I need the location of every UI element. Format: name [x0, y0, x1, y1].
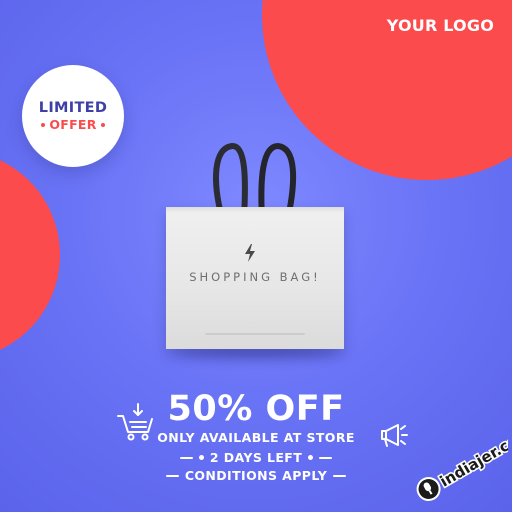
watermark-text: indiajer.com: [437, 424, 508, 491]
days-left-text: 2 DAYS LEFT: [209, 450, 303, 465]
badge-subtitle: OFFER: [49, 117, 97, 132]
red-circle-left: [0, 150, 60, 360]
brand-logo: YOUR LOGO: [386, 16, 494, 35]
dot-icon: [100, 122, 105, 127]
dash-icon: [165, 474, 179, 477]
dot-icon: [41, 122, 46, 127]
limited-offer-badge: LIMITED OFFER: [22, 65, 124, 167]
lightning-bolt-icon: [245, 244, 255, 262]
bag-fineprint: [205, 333, 305, 335]
badge-subtitle-row: OFFER: [41, 117, 105, 132]
bag-label: SHOPPING BAG!: [189, 270, 321, 284]
dash-icon: [179, 456, 193, 459]
dot-icon: [308, 455, 314, 460]
badge-title: LIMITED: [38, 100, 108, 116]
dash-icon: [319, 456, 333, 459]
watermark-logo: indiajer.com: [416, 422, 508, 501]
promo-poster: YOUR LOGO LIMITED OFFER SHOPPING BAG! 50…: [0, 0, 512, 512]
dot-icon: [198, 455, 204, 460]
conditions-text: CONDITIONS APPLY: [184, 468, 328, 483]
dash-icon: [333, 474, 347, 477]
